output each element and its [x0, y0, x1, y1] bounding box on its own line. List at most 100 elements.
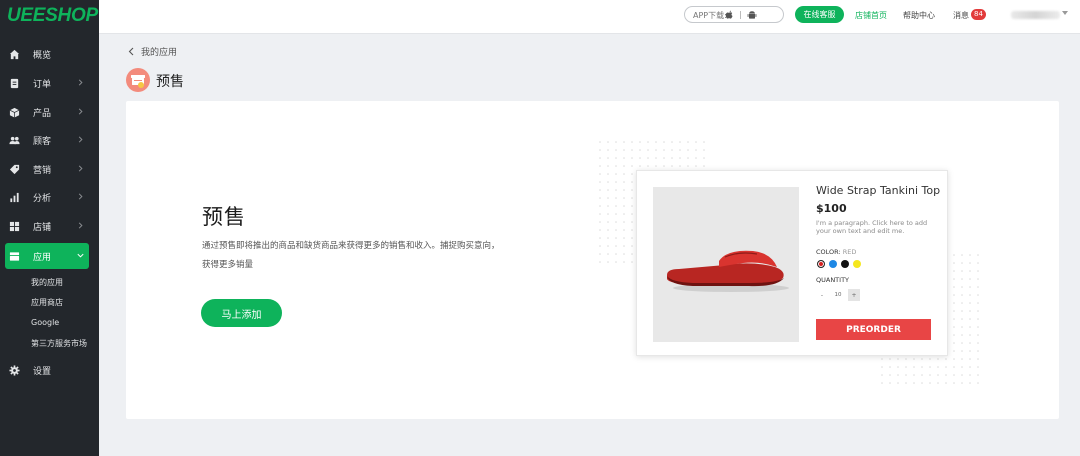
sidebar-item-orders[interactable]: 订单	[0, 70, 99, 96]
decorative-dot	[607, 245, 609, 247]
decorative-dot	[977, 350, 979, 352]
sidebar-item-store[interactable]: 店铺	[0, 213, 99, 239]
online-service-button[interactable]: 在线客服	[795, 6, 844, 23]
decorative-dot	[631, 165, 633, 167]
back-link[interactable]: 我的应用	[128, 45, 177, 58]
decorative-dot	[631, 213, 633, 215]
decorative-dot	[969, 318, 971, 320]
sidebar-item-analytics[interactable]: 分析	[0, 184, 99, 210]
decorative-dot	[623, 157, 625, 159]
chevron-right-icon	[78, 136, 83, 143]
quantity-minus-button[interactable]: -	[816, 289, 828, 301]
quantity-plus-button[interactable]: +	[848, 289, 860, 301]
product-price: $100	[816, 202, 847, 215]
submenu-google[interactable]: Google	[31, 318, 59, 327]
decorative-dot	[599, 149, 601, 151]
quantity-value[interactable]: 10	[832, 289, 844, 301]
decorative-dot	[937, 374, 939, 376]
decorative-dot	[615, 253, 617, 255]
decorative-dot	[599, 213, 601, 215]
decorative-dot	[687, 157, 689, 159]
color-swatch-red[interactable]	[817, 260, 825, 268]
sidebar-item-apps[interactable]: 应用	[5, 243, 89, 269]
decorative-dot	[977, 294, 979, 296]
decorative-dot	[921, 358, 923, 360]
submenu-third-party-market[interactable]: 第三方服务市场	[31, 338, 87, 349]
decorative-dot	[607, 253, 609, 255]
decorative-dot	[639, 149, 641, 151]
decorative-dot	[599, 253, 601, 255]
decorative-dot	[695, 141, 697, 143]
sidebar-item-customers[interactable]: 顾客	[0, 127, 99, 153]
decorative-dot	[623, 181, 625, 183]
decorative-dot	[905, 358, 907, 360]
sidebar-item-overview[interactable]: 概览	[0, 41, 99, 67]
decorative-dot	[977, 310, 979, 312]
decorative-dot	[961, 310, 963, 312]
decorative-dot	[607, 229, 609, 231]
decorative-dot	[655, 149, 657, 151]
color-label-text: COLOR:	[816, 248, 841, 256]
decorative-dot	[913, 366, 915, 368]
add-now-button[interactable]: 马上添加	[201, 299, 282, 327]
decorative-dot	[655, 157, 657, 159]
decorative-dot	[607, 189, 609, 191]
decorative-dot	[921, 382, 923, 384]
decorative-dot	[615, 197, 617, 199]
decorative-dot	[623, 253, 625, 255]
decorative-dot	[599, 165, 601, 167]
shop-home-link[interactable]: 店铺首页	[855, 10, 887, 21]
android-icon[interactable]	[747, 10, 757, 20]
decorative-dot	[953, 334, 955, 336]
preorder-button[interactable]: PREORDER	[816, 319, 931, 340]
decorative-dot	[647, 165, 649, 167]
product-description: I'm a paragraph. Click here to add your …	[816, 219, 928, 235]
decorative-dot	[703, 157, 705, 159]
hero-title: 预售	[202, 205, 246, 229]
decorative-dot	[607, 157, 609, 159]
decorative-dot	[889, 374, 891, 376]
caret-down-icon[interactable]	[1062, 11, 1068, 15]
submenu-app-store[interactable]: 应用商店	[31, 297, 63, 308]
submenu-my-apps[interactable]: 我的应用	[31, 277, 63, 288]
decorative-dot	[969, 262, 971, 264]
color-swatch-blue[interactable]	[829, 260, 837, 268]
decorative-dot	[655, 141, 657, 143]
decorative-dot	[623, 261, 625, 263]
color-swatch-yellow[interactable]	[853, 260, 861, 268]
decorative-dot	[623, 237, 625, 239]
sidebar-item-marketing[interactable]: 营销	[0, 156, 99, 182]
decorative-dot	[897, 366, 899, 368]
decorative-dot	[953, 294, 955, 296]
decorative-dot	[977, 334, 979, 336]
user-account-menu[interactable]	[1011, 11, 1060, 19]
apps-icon	[9, 252, 20, 261]
decorative-dot	[945, 374, 947, 376]
messages-link[interactable]: 消息	[953, 10, 969, 21]
product-icon	[9, 107, 20, 118]
decorative-dot	[615, 205, 617, 207]
page-title: 预售	[156, 74, 184, 90]
apple-icon[interactable]	[725, 10, 734, 20]
decorative-dot	[623, 173, 625, 175]
decorative-dot	[631, 141, 633, 143]
sidebar-item-label: 概览	[33, 50, 52, 61]
app-download: APP下载:	[684, 6, 784, 23]
decorative-dot	[937, 358, 939, 360]
help-center-link[interactable]: 帮助中心	[903, 10, 935, 21]
decorative-dot	[881, 366, 883, 368]
sidebar-item-products[interactable]: 产品	[0, 99, 99, 125]
decorative-dot	[631, 237, 633, 239]
sidebar-item-settings[interactable]: 设置	[0, 357, 99, 383]
decorative-dot	[647, 141, 649, 143]
decorative-dot	[961, 278, 963, 280]
decorative-dot	[953, 254, 955, 256]
decorative-dot	[953, 350, 955, 352]
decorative-dot	[623, 245, 625, 247]
decorative-dot	[607, 221, 609, 223]
logo[interactable]: UEESHOP	[7, 5, 98, 27]
decorative-dot	[663, 141, 665, 143]
color-swatch-black[interactable]	[841, 260, 849, 268]
chevron-right-icon	[78, 193, 83, 200]
decorative-dot	[631, 173, 633, 175]
